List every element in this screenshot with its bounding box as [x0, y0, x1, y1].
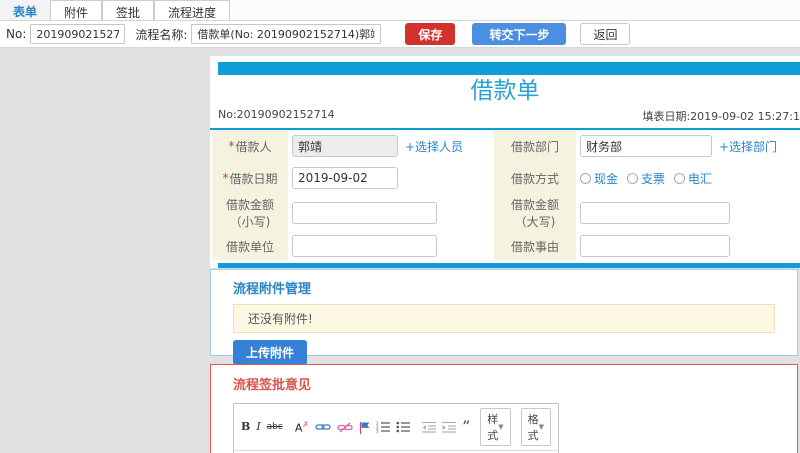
tab-signoff[interactable]: 签批: [102, 0, 155, 20]
approval-panel: 流程签批意见 B I abc A✗ 1 2 3 ” 样式 ▼ 格式 ▼: [210, 364, 798, 453]
form-meta-row: No:20190902152714 填表日期:2019-09-02 15:27:…: [210, 106, 800, 128]
styles-dropdown-label: 样式: [487, 413, 499, 442]
amount-lower-label: 借款金额（小写): [212, 194, 288, 232]
link-icon[interactable]: [315, 422, 331, 432]
app-window: 表单 附件 签批 流程进度 No: 流程名称: 保存 转交下一步 返回 借款单 …: [0, 0, 800, 453]
radio-circle-icon: [580, 172, 591, 184]
strikethrough-icon[interactable]: abc: [267, 421, 283, 433]
amount-lower-cell: [288, 194, 494, 232]
form-date-text: 填表日期:2019-09-02 15:27:1: [642, 110, 800, 123]
radio-cash[interactable]: 现金: [580, 170, 618, 187]
amount-lower-input[interactable]: [292, 202, 437, 224]
tab-flow-progress[interactable]: 流程进度: [154, 0, 231, 20]
radio-cheque[interactable]: 支票: [627, 170, 665, 187]
back-button[interactable]: 返回: [580, 23, 631, 45]
chevron-down-icon: ▼: [538, 423, 545, 431]
bold-icon[interactable]: B: [241, 421, 250, 433]
required-asterisk: *: [222, 171, 229, 185]
flow-name-label: 流程名称:: [135, 27, 188, 42]
command-bar: No: 流程名称: 保存 转交下一步 返回: [0, 21, 800, 48]
radio-circle-icon: [674, 172, 686, 184]
bulleted-list-icon[interactable]: [396, 421, 411, 433]
loan-reason-label: 借款事由: [494, 232, 576, 260]
form-fields-table: * 借款人 +选择人员 借款部门 +选择部门 * 借款日期: [212, 130, 800, 260]
decrease-indent-icon[interactable]: [422, 421, 437, 433]
svg-text:3: 3: [376, 429, 379, 433]
loan-reason-input[interactable]: [580, 235, 730, 257]
amount-upper-cell: [576, 194, 800, 232]
select-department-link[interactable]: +选择部门: [719, 138, 777, 155]
required-asterisk: *: [228, 139, 235, 153]
form-title: 借款单: [470, 78, 540, 104]
payment-method-label: 借款方式: [494, 162, 576, 194]
loan-date-input[interactable]: [292, 167, 398, 189]
loan-date-label-text: 借款日期: [229, 171, 278, 186]
upload-attachment-button[interactable]: 上传附件: [233, 340, 308, 365]
save-button[interactable]: 保存: [405, 23, 456, 45]
amount-upper-input[interactable]: [580, 202, 730, 224]
form-top-bar: [218, 62, 800, 75]
department-label: 借款部门: [494, 130, 576, 162]
borrower-label-text: 借款人: [235, 139, 272, 154]
borrower-label: * 借款人: [212, 130, 288, 162]
format-dropdown[interactable]: 格式 ▼: [520, 408, 552, 446]
amount-upper-label-text: 借款金额（大写): [510, 198, 559, 229]
form-no-text: No:20190902152714: [218, 108, 335, 121]
payment-method-label-text: 借款方式: [510, 171, 559, 186]
radio-wire-transfer[interactable]: 电汇: [674, 170, 712, 187]
loan-unit-label: 借款单位: [212, 232, 288, 260]
department-input[interactable]: [580, 135, 712, 157]
loan-reason-cell: [576, 232, 800, 260]
radio-circle-icon: [627, 172, 639, 184]
forward-next-step-button[interactable]: 转交下一步: [472, 23, 567, 45]
borrower-cell: +选择人员: [288, 130, 494, 162]
borrower-input[interactable]: [292, 135, 398, 157]
loan-unit-cell: [288, 232, 494, 260]
loan-reason-label-text: 借款事由: [510, 239, 559, 254]
form-bottom-bar: [218, 263, 800, 268]
styles-dropdown[interactable]: 样式 ▼: [480, 408, 511, 446]
loan-date-cell: [288, 162, 494, 194]
radio-cash-label: 现金: [594, 171, 619, 186]
chevron-down-icon: ▼: [498, 423, 504, 431]
amount-lower-label-text: 借款金额（小写): [225, 198, 274, 229]
no-label: No:: [6, 27, 27, 41]
italic-icon[interactable]: I: [256, 421, 260, 433]
remove-format-icon[interactable]: A✗: [295, 419, 309, 435]
department-label-text: 借款部门: [510, 139, 559, 154]
content-area: 借款单 No:20190902152714 填表日期:2019-09-02 15…: [0, 48, 800, 453]
tab-form[interactable]: 表单: [0, 0, 51, 20]
attachments-title: 流程附件管理: [233, 282, 312, 297]
no-input[interactable]: [30, 24, 126, 44]
loan-form-panel: 借款单 No:20190902152714 填表日期:2019-09-02 15…: [210, 56, 800, 268]
loan-unit-label-text: 借款单位: [225, 239, 274, 254]
radio-cheque-label: 支票: [641, 171, 666, 186]
increase-indent-icon[interactable]: [442, 421, 457, 433]
editor-toolbar: B I abc A✗ 123 ” 样式 ▼ 格式 ▼: [234, 404, 558, 451]
radio-wire-label: 电汇: [688, 171, 713, 186]
tab-bar: 表单 附件 签批 流程进度: [0, 0, 800, 21]
attachments-panel: 流程附件管理 还没有附件! 上传附件: [210, 269, 798, 365]
no-attachments-notice: 还没有附件!: [233, 304, 775, 333]
anchor-flag-icon[interactable]: [359, 421, 370, 434]
approval-title: 流程签批意见: [233, 378, 312, 393]
rich-text-editor: B I abc A✗ 123 ” 样式 ▼ 格式 ▼: [233, 403, 559, 453]
remove-format-x: ✗: [302, 420, 310, 430]
unlink-icon[interactable]: [337, 422, 353, 433]
loan-date-label: * 借款日期: [212, 162, 288, 194]
amount-upper-label: 借款金额（大写): [494, 194, 576, 232]
numbered-list-icon[interactable]: 123: [376, 421, 391, 433]
department-cell: +选择部门: [576, 130, 800, 162]
select-person-link[interactable]: +选择人员: [405, 138, 463, 155]
flow-name-input[interactable]: [191, 24, 382, 44]
loan-unit-input[interactable]: [292, 235, 437, 257]
blockquote-icon[interactable]: ”: [462, 419, 470, 435]
tab-attachments[interactable]: 附件: [50, 0, 103, 20]
payment-method-group: 现金 支票 电汇: [576, 162, 800, 194]
format-dropdown-label: 格式: [527, 413, 539, 442]
